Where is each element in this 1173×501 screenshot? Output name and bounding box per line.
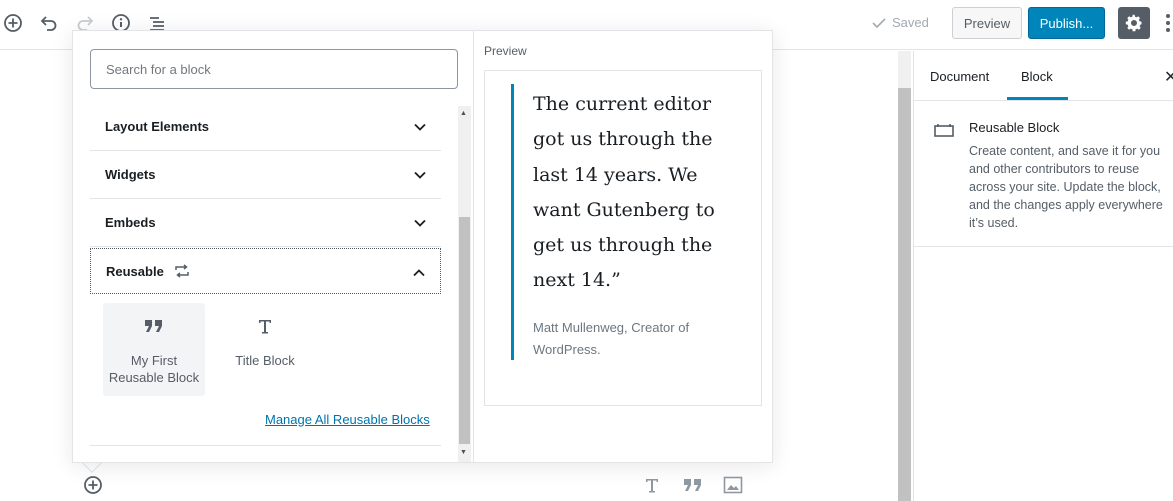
add-block-icon[interactable] [1, 11, 25, 35]
block-preview: The current editor got us through the la… [484, 70, 762, 406]
tab-block[interactable]: Block [1021, 69, 1053, 84]
scroll-up-arrow-icon[interactable]: ▲ [460, 110, 467, 117]
sidebar-tabs: Document Block ✕ [914, 51, 1173, 101]
inline-add-block-icon[interactable] [83, 473, 103, 497]
paragraph-shortcut-icon[interactable] [644, 473, 660, 497]
divider [90, 445, 441, 446]
block-card-title: Reusable Block [969, 120, 1060, 135]
quote-border [511, 84, 514, 360]
image-shortcut-icon[interactable] [723, 473, 743, 497]
more-options-icon[interactable] [1165, 12, 1171, 34]
block-card-description: Create content, and save it for you and … [969, 144, 1163, 230]
quote-citation: Matt Mullenweg, Creator of WordPress. [533, 320, 690, 357]
chevron-down-icon [414, 219, 426, 227]
category-layout-elements[interactable]: Layout Elements [90, 103, 441, 151]
chevron-down-icon [414, 123, 426, 131]
settings-sidebar: Document Block ✕ Reusable Block Create c… [913, 51, 1173, 501]
preview-button[interactable]: Preview [952, 7, 1022, 39]
saved-status: Saved [872, 15, 929, 30]
category-label: Embeds [105, 215, 156, 230]
block-search-input[interactable] [90, 49, 458, 89]
saved-label: Saved [892, 15, 929, 30]
preview-separator [473, 31, 474, 463]
tile-label: My First Reusable Block [108, 353, 200, 385]
settings-button[interactable] [1118, 7, 1150, 39]
reusable-block-tile[interactable]: Title Block [214, 303, 316, 396]
undo-icon[interactable] [37, 11, 61, 35]
manage-reusable-blocks-link[interactable]: Manage All Reusable Blocks [265, 412, 430, 427]
tab-document[interactable]: Document [930, 69, 989, 84]
category-embeds[interactable]: Embeds [90, 199, 441, 247]
category-reusable[interactable]: Reusable [90, 248, 441, 294]
scroll-down-arrow-icon[interactable]: ▼ [460, 449, 467, 456]
quote-shortcut-icon[interactable] [683, 473, 703, 497]
category-widgets[interactable]: Widgets [90, 151, 441, 199]
quote-icon [144, 316, 164, 336]
reusable-block-tile[interactable]: My First Reusable Block [103, 303, 205, 396]
block-inserter-popover: Layout Elements Widgets Embeds Reusable … [72, 30, 773, 463]
block-card: Reusable Block Create content, and save … [914, 101, 1173, 247]
gear-icon [1125, 14, 1142, 32]
reusable-block-icon [934, 124, 954, 137]
close-icon[interactable]: ✕ [1164, 67, 1173, 87]
category-label: Widgets [105, 167, 156, 182]
active-tab-indicator [1007, 97, 1068, 100]
preview-heading: Preview [484, 44, 527, 58]
editor-scrollbar-thumb[interactable] [898, 88, 911, 501]
chevron-up-icon [413, 269, 425, 277]
category-label: Reusable [106, 263, 164, 279]
category-label: Layout Elements [105, 119, 210, 134]
publish-button[interactable]: Publish... [1028, 7, 1105, 39]
heading-icon [257, 316, 273, 336]
block-list-scrollbar-thumb[interactable] [459, 217, 470, 444]
reusable-arrows-icon [175, 264, 189, 278]
quote-text: The current editor got us through the la… [533, 93, 715, 292]
tile-label: Title Block [235, 353, 295, 368]
chevron-down-icon [414, 171, 426, 179]
check-icon [872, 17, 886, 28]
